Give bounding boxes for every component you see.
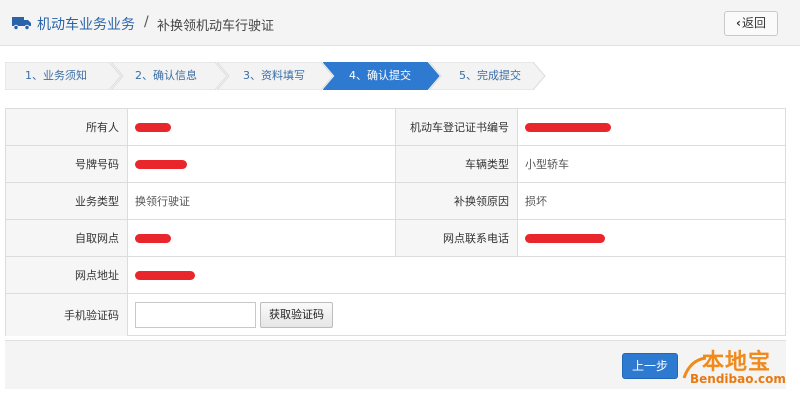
sms-code-cell: 获取验证码 [128, 294, 785, 336]
step-1-label: 1、业务须知 [25, 69, 87, 82]
redaction-mark [135, 233, 171, 243]
breadcrumb-parent[interactable]: 机动车业务业务 [37, 14, 135, 34]
redaction-mark [135, 122, 171, 132]
step-4-active: 4、确认提交 [323, 62, 441, 90]
step-3-label: 3、资料填写 [243, 69, 305, 82]
watermark-url: Bendibao.com [690, 372, 786, 386]
redaction-mark [525, 233, 605, 243]
branch-phone-label: 网点联系电话 [396, 220, 518, 256]
branch-phone-value [518, 220, 785, 256]
vehicle-type-label: 车辆类型 [396, 146, 518, 182]
address-value [128, 257, 785, 293]
step-3: 3、资料填写 [217, 62, 335, 90]
form-row-address: 网点地址 [6, 257, 785, 294]
owner-label: 所有人 [6, 109, 128, 145]
confirm-form: 所有人 机动车登记证书编号 号牌号码 车辆类型 小型轿车 业务类型 换领行驶证 … [5, 108, 786, 336]
back-button-label: 返回 [741, 16, 766, 30]
previous-step-button[interactable]: 上一步 [622, 353, 678, 379]
pickup-label: 自取网点 [6, 220, 128, 256]
progress-steps: 1、业务须知 2、确认信息 3、资料填写 4、确认提交 5、完成提交 [5, 62, 787, 90]
plate-value [128, 146, 396, 182]
redaction-mark [135, 270, 195, 280]
plate-label: 号牌号码 [6, 146, 128, 182]
form-row-plate: 号牌号码 车辆类型 小型轿车 [6, 146, 785, 183]
form-footer: 上一步 本地宝 Bendibao.com [5, 340, 786, 389]
back-button[interactable]: ‹返回 [724, 11, 778, 36]
owner-value [128, 109, 396, 145]
step-2: 2、确认信息 [111, 62, 229, 90]
redaction-mark [135, 159, 187, 169]
vehicle-type-value: 小型轿车 [525, 158, 569, 171]
biz-type-value: 换领行驶证 [128, 183, 396, 219]
step-4-label: 4、确认提交 [349, 69, 411, 82]
step-2-label: 2、确认信息 [135, 69, 197, 82]
chevron-left-icon: ‹ [736, 16, 741, 30]
page-header: 机动车业务业务 / 补换领机动车行驶证 ‹返回 [0, 0, 800, 46]
cert-number-value [518, 109, 785, 145]
sms-code-label: 手机验证码 [6, 294, 128, 336]
breadcrumb-current: 补换领机动车行驶证 [157, 19, 275, 34]
reason-value: 损坏 [525, 195, 547, 208]
redaction-mark [525, 122, 611, 132]
address-label: 网点地址 [6, 257, 128, 293]
step-5: 5、完成提交 [429, 62, 547, 90]
step-5-label: 5、完成提交 [459, 69, 521, 82]
form-row-sms: 手机验证码 获取验证码 [6, 294, 785, 336]
truck-icon [12, 17, 31, 30]
form-row-owner: 所有人 机动车登记证书编号 [6, 109, 785, 146]
sms-code-input[interactable] [135, 302, 256, 328]
biz-type-label: 业务类型 [6, 183, 128, 219]
breadcrumb-separator: / [144, 14, 149, 30]
step-1: 1、业务须知 [5, 62, 123, 90]
form-row-pickup: 自取网点 网点联系电话 [6, 220, 785, 257]
pickup-value [128, 220, 396, 256]
reason-label: 补换领原因 [396, 183, 518, 219]
form-row-biz: 业务类型 换领行驶证 补换领原因 损坏 [6, 183, 785, 220]
watermark: 本地宝 Bendibao.com [680, 344, 792, 390]
cert-number-label: 机动车登记证书编号 [396, 109, 518, 145]
get-code-button[interactable]: 获取验证码 [260, 302, 333, 328]
